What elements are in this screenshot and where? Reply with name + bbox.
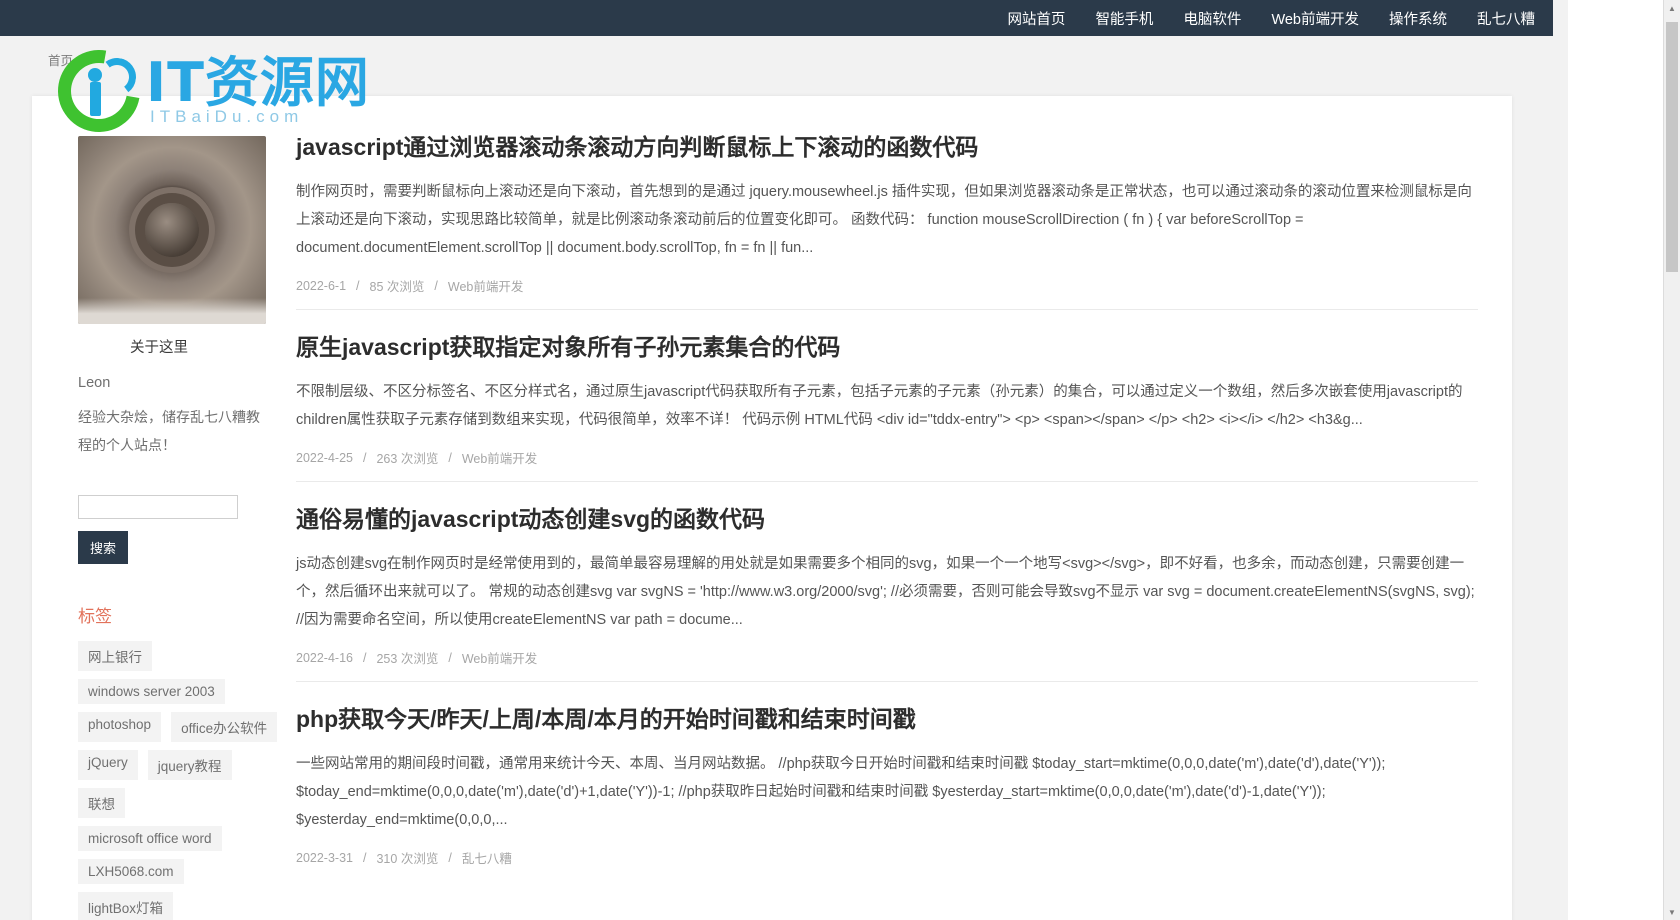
page-root: 网站首页 智能手机 电脑软件 Web前端开发 操作系统 乱七八糟 首页 IT资源… — [0, 0, 1680, 920]
post-item: php获取今天/昨天/上周/本周/本月的开始时间戳和结束时间戳 一些网站常用的期… — [296, 704, 1478, 881]
tag-item[interactable]: jquery教程 — [147, 750, 232, 780]
content-card: 关于这里 Leon 经验大杂烩，储存乱七八糟教程的个人站点！ 搜索 标签 网上银… — [32, 96, 1512, 920]
post-meta: 2022-3-31 / 310 次浏览 / 乱七八糟 — [296, 848, 1478, 867]
tag-item[interactable]: LXH5068.com — [78, 859, 184, 884]
meta-separator: / — [434, 278, 438, 293]
nav-item-web-frontend[interactable]: Web前端开发 — [1271, 8, 1359, 29]
tag-cloud: 网上银行 windows server 2003 photoshop offic… — [78, 641, 278, 920]
post-category[interactable]: 乱七八糟 — [462, 848, 512, 867]
post-category[interactable]: Web前端开发 — [462, 448, 537, 467]
logo-arc-icon — [95, 55, 139, 99]
tag-item[interactable]: microsoft office word — [78, 826, 222, 851]
post-excerpt: 制作网页时，需要判断鼠标向上滚动还是向下滚动，首先想到的是通过 jquery.m… — [296, 184, 1472, 256]
post-views: 310 次浏览 — [376, 852, 439, 866]
post-views: 85 次浏览 — [369, 280, 425, 294]
post-date: 2022-4-16 — [296, 650, 353, 665]
meta-separator: / — [356, 278, 360, 293]
meta-separator: / — [448, 450, 452, 465]
vertical-scrollbar[interactable]: ▲ ▼ — [1663, 0, 1680, 920]
post-item: javascript通过浏览器滚动条滚动方向判断鼠标上下滚动的函数代码 制作网页… — [296, 132, 1478, 310]
tag-item[interactable]: windows server 2003 — [78, 679, 225, 704]
post-date: 2022-6-1 — [296, 278, 347, 293]
tag-item[interactable]: 网上银行 — [78, 641, 152, 671]
meta-separator: / — [448, 650, 452, 665]
about-description: 经验大杂烩，储存乱七八糟教程的个人站点！ — [78, 409, 260, 453]
post-excerpt: 一些网站常用的期间段时间戳，通常用来统计今天、本周、当月网站数据。 //php获… — [296, 756, 1386, 828]
scrollbar-thumb[interactable] — [1666, 22, 1678, 272]
search-button[interactable]: 搜索 — [78, 531, 129, 564]
meta-separator: / — [363, 450, 367, 465]
nav-item-home[interactable]: 网站首页 — [1007, 8, 1065, 29]
profile-photo — [78, 136, 266, 324]
tag-item[interactable]: photoshop — [78, 712, 162, 742]
right-gutter — [1568, 0, 1664, 920]
post-title[interactable]: javascript通过浏览器滚动条滚动方向判断鼠标上下滚动的函数代码 — [296, 132, 1478, 162]
post-category[interactable]: Web前端开发 — [448, 276, 523, 295]
post-title[interactable]: 通俗易懂的javascript动态创建svg的函数代码 — [296, 504, 1478, 534]
post-meta: 2022-6-1 / 85 次浏览 / Web前端开发 — [296, 276, 1478, 295]
post-excerpt: 不限制层级、不区分标签名、不区分样式名，通过原生javascript代码获取所有… — [296, 384, 1463, 428]
post-meta: 2022-4-16 / 253 次浏览 / Web前端开发 — [296, 648, 1478, 667]
post-views: 253 次浏览 — [376, 652, 439, 666]
post-list: javascript通过浏览器滚动条滚动方向判断鼠标上下滚动的函数代码 制作网页… — [262, 96, 1512, 920]
tags-heading: 标签 — [78, 607, 112, 626]
meta-separator: / — [363, 850, 367, 865]
search-form: 搜索 — [78, 495, 240, 564]
scroll-up-arrow-icon[interactable]: ▲ — [1664, 0, 1680, 16]
nav-item-smartphone[interactable]: 智能手机 — [1095, 8, 1153, 29]
post-category[interactable]: Web前端开发 — [462, 648, 537, 667]
top-navigation-bar: 网站首页 智能手机 电脑软件 Web前端开发 操作系统 乱七八糟 — [0, 0, 1553, 36]
post-item: 原生javascript获取指定对象所有子孙元素集合的代码 不限制层级、不区分标… — [296, 332, 1478, 482]
post-meta: 2022-4-25 / 263 次浏览 / Web前端开发 — [296, 448, 1478, 467]
meta-separator: / — [363, 650, 367, 665]
post-item: 通俗易懂的javascript动态创建svg的函数代码 js动态创建svg在制作… — [296, 504, 1478, 682]
post-excerpt: js动态创建svg在制作网页时是经常使用到的，最简单最容易理解的用处就是如果需要… — [296, 556, 1475, 628]
nav-item-software[interactable]: 电脑软件 — [1183, 8, 1241, 29]
breadcrumb[interactable]: 首页 — [48, 50, 73, 69]
post-title[interactable]: php获取今天/昨天/上周/本周/本月的开始时间戳和结束时间戳 — [296, 704, 1478, 734]
nav-item-misc[interactable]: 乱七八糟 — [1477, 8, 1535, 29]
post-views: 263 次浏览 — [376, 452, 439, 466]
tag-item[interactable]: 联想 — [78, 788, 125, 818]
post-title[interactable]: 原生javascript获取指定对象所有子孙元素集合的代码 — [296, 332, 1478, 362]
sidebar: 关于这里 Leon 经验大杂烩，储存乱七八糟教程的个人站点！ 搜索 标签 网上银… — [32, 96, 278, 920]
nav-item-os[interactable]: 操作系统 — [1389, 8, 1447, 29]
logo-dot-icon — [88, 68, 102, 82]
page-body: 首页 IT资源网 ITBaiDu.com 关于这里 Leon 经验大杂烩，储存乱… — [0, 36, 1553, 920]
post-date: 2022-4-25 — [296, 450, 353, 465]
search-input[interactable] — [78, 495, 238, 519]
scroll-down-arrow-icon[interactable]: ▼ — [1664, 904, 1680, 920]
tag-item[interactable]: jQuery — [78, 750, 138, 780]
tag-item[interactable]: lightBox灯箱 — [78, 892, 174, 920]
about-heading: 关于这里 — [130, 340, 188, 356]
meta-separator: / — [448, 850, 452, 865]
post-date: 2022-3-31 — [296, 850, 353, 865]
author-name: Leon — [78, 375, 111, 391]
